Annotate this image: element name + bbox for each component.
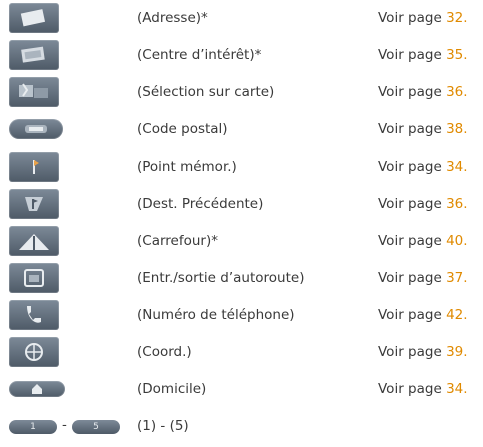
row-label: (Sélection sur carte) [137, 84, 275, 100]
page-reference: Voir page 37. [378, 270, 468, 286]
address-icon[interactable] [9, 3, 59, 33]
page-number[interactable]: 38. [446, 121, 467, 137]
ref-prefix: Voir page [378, 307, 447, 323]
map-icon [19, 83, 48, 98]
page-number[interactable]: 34. [446, 159, 467, 175]
page-number[interactable]: 42. [446, 307, 467, 323]
page-number[interactable]: 39. [446, 344, 467, 360]
row-label: (Centre d’intérêt)* [137, 47, 262, 63]
handset-icon [27, 306, 41, 323]
page-reference: Voir page 39. [378, 344, 468, 360]
row-label: (Point mémor.) [137, 159, 237, 175]
page-reference: Voir page 38. [378, 121, 468, 137]
page-number[interactable]: 40. [446, 233, 467, 249]
page-reference: Voir page 36. [378, 196, 468, 212]
poi-card-icon [21, 46, 45, 63]
row-label: (Entr./sortie d’autoroute) [137, 270, 305, 286]
gate-icon [24, 269, 44, 287]
list-item: 1 - 5 (1) - (5) [0, 408, 483, 444]
globe-icon [25, 343, 43, 361]
poi-icon[interactable] [9, 40, 59, 70]
ref-prefix: Voir page [378, 196, 447, 212]
page-reference: Voir page 35. [378, 47, 468, 63]
list-item: (Numéro de téléphone) Voir page 42. [0, 297, 483, 333]
page-reference: Voir page 40. [378, 233, 468, 249]
page-number[interactable]: 35. [446, 47, 467, 63]
row-label: (Adresse)* [137, 10, 208, 26]
phone-icon[interactable] [9, 300, 59, 330]
ref-prefix: Voir page [378, 10, 447, 26]
list-item: (Carrefour)* Voir page 40. [0, 223, 483, 259]
address-card-icon [20, 9, 46, 27]
list-item: (Adresse)* Voir page 32. [0, 0, 483, 36]
previous-destination-icon[interactable] [9, 189, 59, 219]
house-icon [32, 384, 42, 394]
freeway-exit-icon[interactable] [9, 263, 59, 293]
flag-map-icon [25, 197, 43, 211]
page-number[interactable]: 32. [446, 10, 467, 26]
ref-prefix: Voir page [378, 121, 447, 137]
map-select-icon[interactable] [9, 77, 59, 107]
row-label: (Domicile) [137, 381, 207, 397]
ref-prefix: Voir page [378, 270, 447, 286]
ref-prefix: Voir page [378, 381, 447, 397]
page-reference: Voir page 34. [378, 381, 468, 397]
list-item: (Domicile) Voir page 34. [0, 371, 483, 407]
page-reference: Voir page 32. [378, 10, 468, 26]
page-number[interactable]: 36. [446, 84, 467, 100]
crossroad-icon [19, 234, 49, 250]
row-label: (1) - (5) [137, 418, 189, 434]
ref-prefix: Voir page [378, 159, 447, 175]
row-label: (Dest. Précédente) [137, 196, 264, 212]
preset-1-icon[interactable]: 1 [9, 420, 57, 434]
ref-prefix: Voir page [378, 47, 447, 63]
row-label: (Numéro de téléphone) [137, 307, 295, 323]
row-label: (Carrefour)* [137, 233, 218, 249]
memory-point-icon[interactable] [9, 152, 59, 182]
ref-prefix: Voir page [378, 233, 447, 249]
page-number[interactable]: 36. [446, 196, 467, 212]
row-label: (Coord.) [137, 344, 192, 360]
intersection-icon[interactable] [9, 226, 59, 256]
preset-1-digit: 1 [30, 422, 36, 432]
list-item: (Entr./sortie d’autoroute) Voir page 37. [0, 260, 483, 296]
list-item: (Dest. Précédente) Voir page 36. [0, 186, 483, 222]
page-reference: Voir page 42. [378, 307, 468, 323]
list-item: (Centre d’intérêt)* Voir page 35. [0, 37, 483, 73]
list-item: (Coord.) Voir page 39. [0, 334, 483, 370]
home-icon[interactable] [9, 381, 65, 397]
postal-code-icon[interactable] [9, 119, 63, 139]
preset-5-icon[interactable]: 5 [72, 420, 120, 434]
page-number[interactable]: 34. [446, 381, 467, 397]
page: { "rows": [ {"label": "(Adresse)*", "ref… [0, 0, 483, 447]
row-label: (Code postal) [137, 121, 228, 137]
postal-symbol-icon [25, 125, 47, 133]
preset-5-digit: 5 [93, 422, 99, 432]
list-item: (Code postal) Voir page 38. [0, 111, 483, 147]
pin-icon [33, 160, 39, 174]
range-dash: - [62, 417, 67, 433]
page-reference: Voir page 36. [378, 84, 468, 100]
page-reference: Voir page 34. [378, 159, 468, 175]
list-item: (Sélection sur carte) Voir page 36. [0, 74, 483, 110]
list-item: (Point mémor.) Voir page 34. [0, 149, 483, 185]
ref-prefix: Voir page [378, 84, 447, 100]
ref-prefix: Voir page [378, 344, 447, 360]
page-number[interactable]: 37. [446, 270, 467, 286]
coordinates-icon[interactable] [9, 337, 59, 367]
